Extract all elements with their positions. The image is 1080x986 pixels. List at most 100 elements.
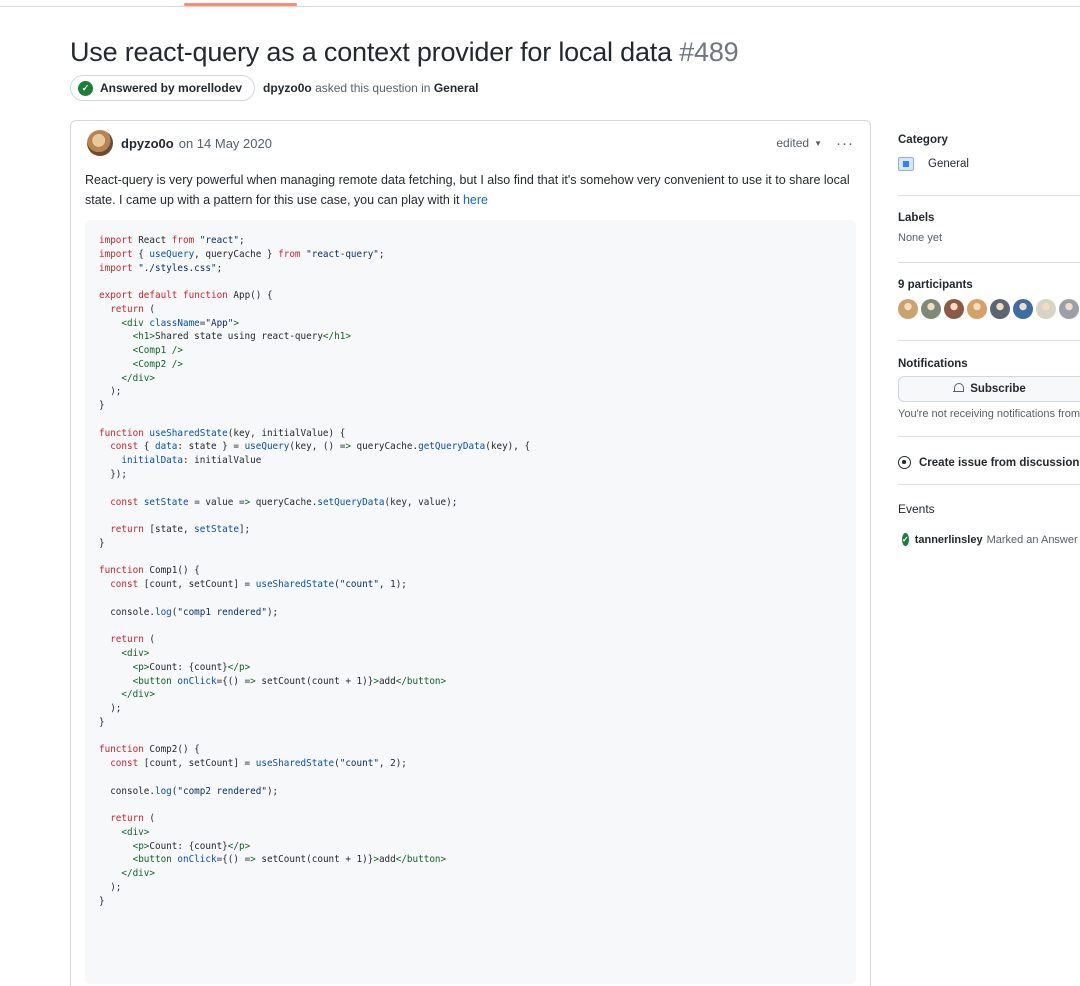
subscribe-button[interactable]: Subscribe [898, 376, 1080, 402]
code-line: ​ [99, 798, 856, 812]
participant-avatar[interactable] [1036, 299, 1056, 319]
participant-avatar[interactable] [944, 299, 964, 319]
participant-avatar[interactable] [1059, 299, 1079, 319]
participants-section: 9 participants [898, 279, 1080, 319]
code-line: <h1>Shared state using react-query</h1> [132, 331, 351, 343]
participant-avatar[interactable] [967, 299, 987, 319]
discussion-meta: ✓ Answered by morellodev dpyzo0o asked t… [70, 75, 479, 101]
discussion-number: #489 [679, 37, 739, 67]
top-nav-strip [0, 0, 1080, 7]
notifications-heading: Notifications [898, 358, 968, 370]
here-link[interactable]: here [463, 193, 488, 207]
code-line: function Comp1() { [99, 565, 200, 577]
code-line: function useSharedState(key, initialValu… [99, 427, 346, 439]
participants-heading: 9 participants [898, 279, 973, 291]
participant-avatar[interactable] [990, 299, 1010, 319]
chevron-down-icon: ▼ [814, 138, 822, 148]
events-section: Events ✓ tannerlinsley Marked an Answer … [898, 502, 1080, 546]
code-line: ​ [99, 551, 856, 565]
code-line: } [99, 895, 105, 907]
check-circle-icon: ✓ [902, 533, 909, 546]
labels-section: Labels None yet [898, 212, 1080, 244]
code-line: ​ [99, 482, 856, 496]
code-line: return ( [110, 634, 155, 646]
answered-badge[interactable]: ✓ Answered by morellodev [70, 75, 256, 101]
asker-link[interactable]: dpyzo0o [263, 81, 312, 95]
code-line: <Comp1 /> [132, 345, 183, 357]
asked-meta: dpyzo0o asked this question in General [263, 81, 478, 95]
code-line: <div> [121, 647, 150, 659]
category-heading: Category [898, 134, 948, 146]
code-line: } [99, 716, 105, 728]
participant-avatar[interactable] [898, 299, 918, 319]
code-line: return ( [110, 303, 155, 315]
discussion-title: Use react-query as a context provider fo… [70, 37, 739, 68]
code-line: } [99, 400, 105, 412]
bell-icon [953, 383, 965, 395]
create-issue-section: Create issue from discussion [898, 456, 1080, 469]
code-line: console.log("comp1 rendered"); [99, 606, 279, 618]
code-line: const setState = value => queryCache.set… [110, 496, 458, 508]
edited-label: edited [776, 136, 810, 150]
code-line: ); [99, 386, 122, 398]
category-item[interactable]: General [898, 157, 1080, 171]
issue-opened-icon [898, 456, 911, 469]
create-issue-button[interactable]: Create issue from discussion [898, 456, 1080, 469]
code-line: const { data: state } = useQuery(key, ()… [110, 441, 531, 453]
code-line: function Comp2() { [99, 744, 200, 756]
divider [898, 262, 1080, 263]
create-issue-label: Create issue from discussion [919, 456, 1080, 469]
labels-heading: Labels [898, 212, 935, 224]
code-line: ); [99, 881, 122, 893]
post-body: React-query is very powerful when managi… [85, 170, 855, 210]
code-line: const [count, setCount] = useSharedState… [110, 579, 407, 591]
code-line: } [99, 537, 105, 549]
labels-value: None yet [898, 232, 943, 244]
code-line: ​ [99, 592, 856, 606]
post-author[interactable]: dpyzo0o [121, 136, 174, 151]
edited-dropdown[interactable]: edited ▼ [776, 136, 822, 150]
code-line: <Comp2 /> [132, 358, 183, 370]
event-user[interactable]: tannerlinsley [915, 534, 983, 546]
active-tab-indicator [184, 3, 297, 6]
divider [898, 195, 1080, 196]
code-line: import { useQuery, queryCache } from "re… [99, 248, 385, 260]
participant-avatar[interactable] [1013, 299, 1033, 319]
code-line: <button onClick={() => setCount(count + … [132, 854, 447, 866]
category-icon [898, 157, 914, 171]
avatar[interactable] [87, 130, 113, 156]
code-line: ); [99, 703, 122, 715]
code-line: import "./styles.css"; [99, 262, 223, 274]
category-link[interactable]: General [434, 81, 479, 95]
more-options-icon[interactable]: ··· [836, 135, 854, 152]
code-line: export default function App() { [99, 290, 273, 302]
event-text: Marked an Answer 3 [986, 533, 1080, 546]
code-line: ​ [99, 509, 856, 523]
post-date[interactable]: on 14 May 2020 [179, 136, 272, 151]
check-circle-icon: ✓ [78, 80, 93, 96]
code-line: ​ [99, 730, 856, 744]
answered-label: Answered by morellodev [100, 81, 243, 95]
code-line: import React from "react"; [99, 235, 245, 246]
code-line: <p>Count: {count}</p> [132, 661, 251, 673]
code-line: </div> [121, 868, 155, 880]
participants-list [898, 299, 1080, 319]
subscribe-label: Subscribe [970, 383, 1026, 395]
event-item: ✓ tannerlinsley Marked an Answer 3 [898, 533, 1080, 546]
code-line: const [count, setCount] = useSharedState… [110, 758, 407, 770]
participant-avatar[interactable] [921, 299, 941, 319]
post-header: dpyzo0o on 14 May 2020 edited ▼ ··· [87, 129, 854, 157]
code-line: ​ [99, 771, 856, 785]
discussion-post: dpyzo0o on 14 May 2020 edited ▼ ··· Reac… [70, 120, 871, 986]
notifications-section: Notifications Subscribe You're not recei… [898, 358, 1080, 420]
code-line: <button onClick={() => setCount(count + … [132, 675, 447, 687]
code-line: }); [99, 469, 127, 481]
category-section: Category General [898, 134, 1080, 171]
code-line: initialData: initialValue [121, 455, 262, 467]
code-line: <div> [121, 826, 150, 838]
code-line: console.log("comp2 rendered"); [99, 785, 279, 797]
code-line: <p>Count: {count}</p> [132, 840, 251, 852]
category-value: General [928, 158, 969, 170]
divider [898, 436, 1080, 437]
code-block: import React from "react"; import { useQu… [85, 220, 856, 984]
